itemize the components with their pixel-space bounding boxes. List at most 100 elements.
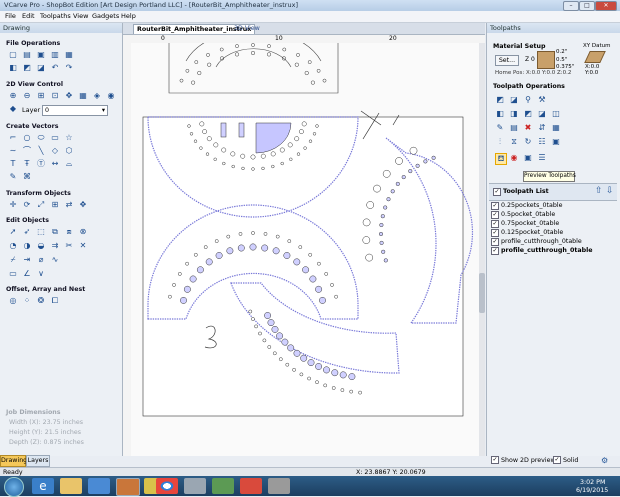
- toolpath-item[interactable]: ✓ 0.75pocket_0table: [491, 219, 617, 228]
- move-icon[interactable]: ✛: [8, 200, 18, 210]
- ungroup-icon[interactable]: ⧈: [64, 227, 74, 237]
- inlay-toolpath-icon[interactable]: ◨: [509, 109, 519, 119]
- node-icon[interactable]: ◇: [50, 146, 60, 156]
- circle-icon[interactable]: ○: [22, 133, 32, 143]
- smooth-icon[interactable]: ∿: [50, 255, 60, 265]
- render-icon[interactable]: ◉: [106, 91, 116, 101]
- zoom-selection-icon[interactable]: ⊞: [36, 91, 46, 101]
- zoom-all-icon[interactable]: ⊡: [50, 91, 60, 101]
- move-up-icon[interactable]: ⇧: [595, 186, 603, 196]
- dimension-icon[interactable]: ↔: [50, 159, 60, 169]
- datum-icon[interactable]: [584, 51, 606, 63]
- node-edit-icon[interactable]: ➶: [22, 227, 32, 237]
- weld-icon[interactable]: ◔: [8, 241, 18, 251]
- dogbone-icon[interactable]: ⌀: [36, 255, 46, 265]
- menu-toolpaths[interactable]: Toolpaths: [40, 12, 71, 20]
- text-arc-icon[interactable]: Ŧ: [22, 159, 32, 169]
- vertical-scrollbar[interactable]: [479, 43, 485, 456]
- toolpath-checkbox[interactable]: ✓: [491, 228, 499, 237]
- media-icon[interactable]: [88, 478, 110, 494]
- moulding-toolpath-icon[interactable]: ◩: [523, 109, 533, 119]
- delete-toolpath-icon[interactable]: ✖: [523, 123, 533, 133]
- toolpath-item[interactable]: ✓ 0.5pocket_0table: [491, 210, 617, 219]
- toolpath-report-icon[interactable]: ☰: [537, 153, 547, 163]
- toolpath-checkbox[interactable]: ✓: [491, 237, 499, 246]
- extend-icon[interactable]: ⇥: [22, 255, 32, 265]
- folder-icon[interactable]: ▦: [64, 50, 74, 60]
- zoom-icon[interactable]: ⊕: [8, 91, 18, 101]
- toolpath-checkbox[interactable]: ✓: [491, 246, 499, 255]
- fit-curve-icon[interactable]: ∠: [22, 269, 32, 279]
- toolpath-checkbox[interactable]: ✓: [491, 219, 499, 228]
- select-icon[interactable]: ➚: [8, 227, 18, 237]
- intersect-icon[interactable]: ◒: [36, 241, 46, 251]
- text-icon[interactable]: T: [8, 159, 18, 169]
- merge-icon[interactable]: ⇉: [50, 241, 60, 251]
- layer-select[interactable]: 0 ▾: [42, 105, 108, 116]
- transform-icon[interactable]: ⬚: [36, 227, 46, 237]
- move-down-icon[interactable]: ⇩: [606, 186, 614, 196]
- explorer-icon[interactable]: [60, 478, 82, 494]
- vcarve-icon[interactable]: [116, 478, 140, 496]
- subtract-icon[interactable]: ◑: [22, 241, 32, 251]
- stop-icon[interactable]: ◉: [509, 153, 519, 163]
- open-file-icon[interactable]: ▤: [22, 50, 32, 60]
- tool-database-icon[interactable]: ▣: [551, 137, 561, 147]
- trim-icon[interactable]: ⌿: [8, 255, 18, 265]
- scissors-icon[interactable]: ✂: [64, 241, 74, 251]
- circular-array-icon[interactable]: ❂: [36, 296, 46, 306]
- minimize-button[interactable]: –: [563, 1, 579, 11]
- star-icon[interactable]: ☆: [64, 133, 74, 143]
- quick-engrave-icon[interactable]: ◧: [495, 109, 505, 119]
- toolpath-list-checkbox[interactable]: ✓: [493, 188, 501, 196]
- mirror-icon[interactable]: ⇄: [64, 200, 74, 210]
- toolpath-item[interactable]: ✓ 0.125pocket_0table: [491, 228, 617, 237]
- toolpath-summary-icon[interactable]: ☷: [537, 137, 547, 147]
- new-file-icon[interactable]: ▢: [8, 50, 18, 60]
- toolpath-checkbox[interactable]: ✓: [491, 201, 499, 210]
- tab-drawing[interactable]: Drawing: [0, 455, 27, 467]
- solid-option[interactable]: ✓ Solid: [553, 456, 578, 464]
- job-setup-icon[interactable]: ◧: [8, 63, 18, 73]
- save-icon[interactable]: ▣: [36, 50, 46, 60]
- texture-toolpath-icon[interactable]: ◪: [537, 109, 547, 119]
- align-icon[interactable]: ⊞: [50, 200, 60, 210]
- toolpath-item[interactable]: ✓ profile_cutthrough_0table: [491, 237, 617, 246]
- settings-icon[interactable]: ⚙: [601, 456, 608, 465]
- drawing-canvas[interactable]: [131, 29, 479, 456]
- tab-3d-view[interactable]: 3D View: [231, 24, 263, 33]
- design-drawing[interactable]: [131, 29, 479, 456]
- menu-view[interactable]: View: [73, 12, 88, 20]
- fluting-toolpath-icon[interactable]: ◫: [551, 109, 561, 119]
- solid-checkbox[interactable]: ✓: [553, 456, 561, 464]
- pocket-toolpath-icon[interactable]: ◪: [509, 95, 519, 105]
- join-vectors-icon[interactable]: ✕: [78, 241, 88, 251]
- prism-icon[interactable]: ⧖: [509, 137, 519, 147]
- fillet-icon[interactable]: ⌓: [64, 159, 74, 169]
- import-bitmap-icon[interactable]: ◪: [36, 63, 46, 73]
- rotate-icon[interactable]: ⟳: [22, 200, 32, 210]
- menu-help[interactable]: Help: [121, 12, 136, 20]
- edit-toolpath-icon[interactable]: ✎: [495, 123, 505, 133]
- chrome-icon[interactable]: [156, 478, 178, 494]
- arc-icon[interactable]: ⌒: [22, 146, 32, 156]
- template-toolpath-icon[interactable]: ▤: [509, 123, 519, 133]
- join-icon[interactable]: ⊗: [78, 227, 88, 237]
- maximize-button[interactable]: □: [579, 1, 595, 11]
- toolpath-tiling-icon[interactable]: ▦: [551, 123, 561, 133]
- menu-edit[interactable]: Edit: [22, 12, 35, 20]
- group-icon[interactable]: ⧉: [50, 227, 60, 237]
- drilling-toolpath-icon[interactable]: ⚲: [523, 95, 533, 105]
- trace-icon[interactable]: ⌘: [22, 172, 32, 182]
- recalculate-icon[interactable]: ↻: [523, 137, 533, 147]
- tool-icon[interactable]: [184, 478, 206, 494]
- distort-icon[interactable]: ✥: [78, 200, 88, 210]
- photo-icon[interactable]: [212, 478, 234, 494]
- offset-shape-icon[interactable]: ▭: [8, 269, 18, 279]
- close-button[interactable]: ✕: [595, 1, 617, 11]
- line-icon[interactable]: ╲: [36, 146, 46, 156]
- profile-toolpath-icon[interactable]: ◩: [495, 95, 505, 105]
- undo-icon[interactable]: ↶: [50, 63, 60, 73]
- drilling-icon[interactable]: ⫶: [495, 137, 505, 147]
- menu-gadgets[interactable]: Gadgets: [92, 12, 119, 20]
